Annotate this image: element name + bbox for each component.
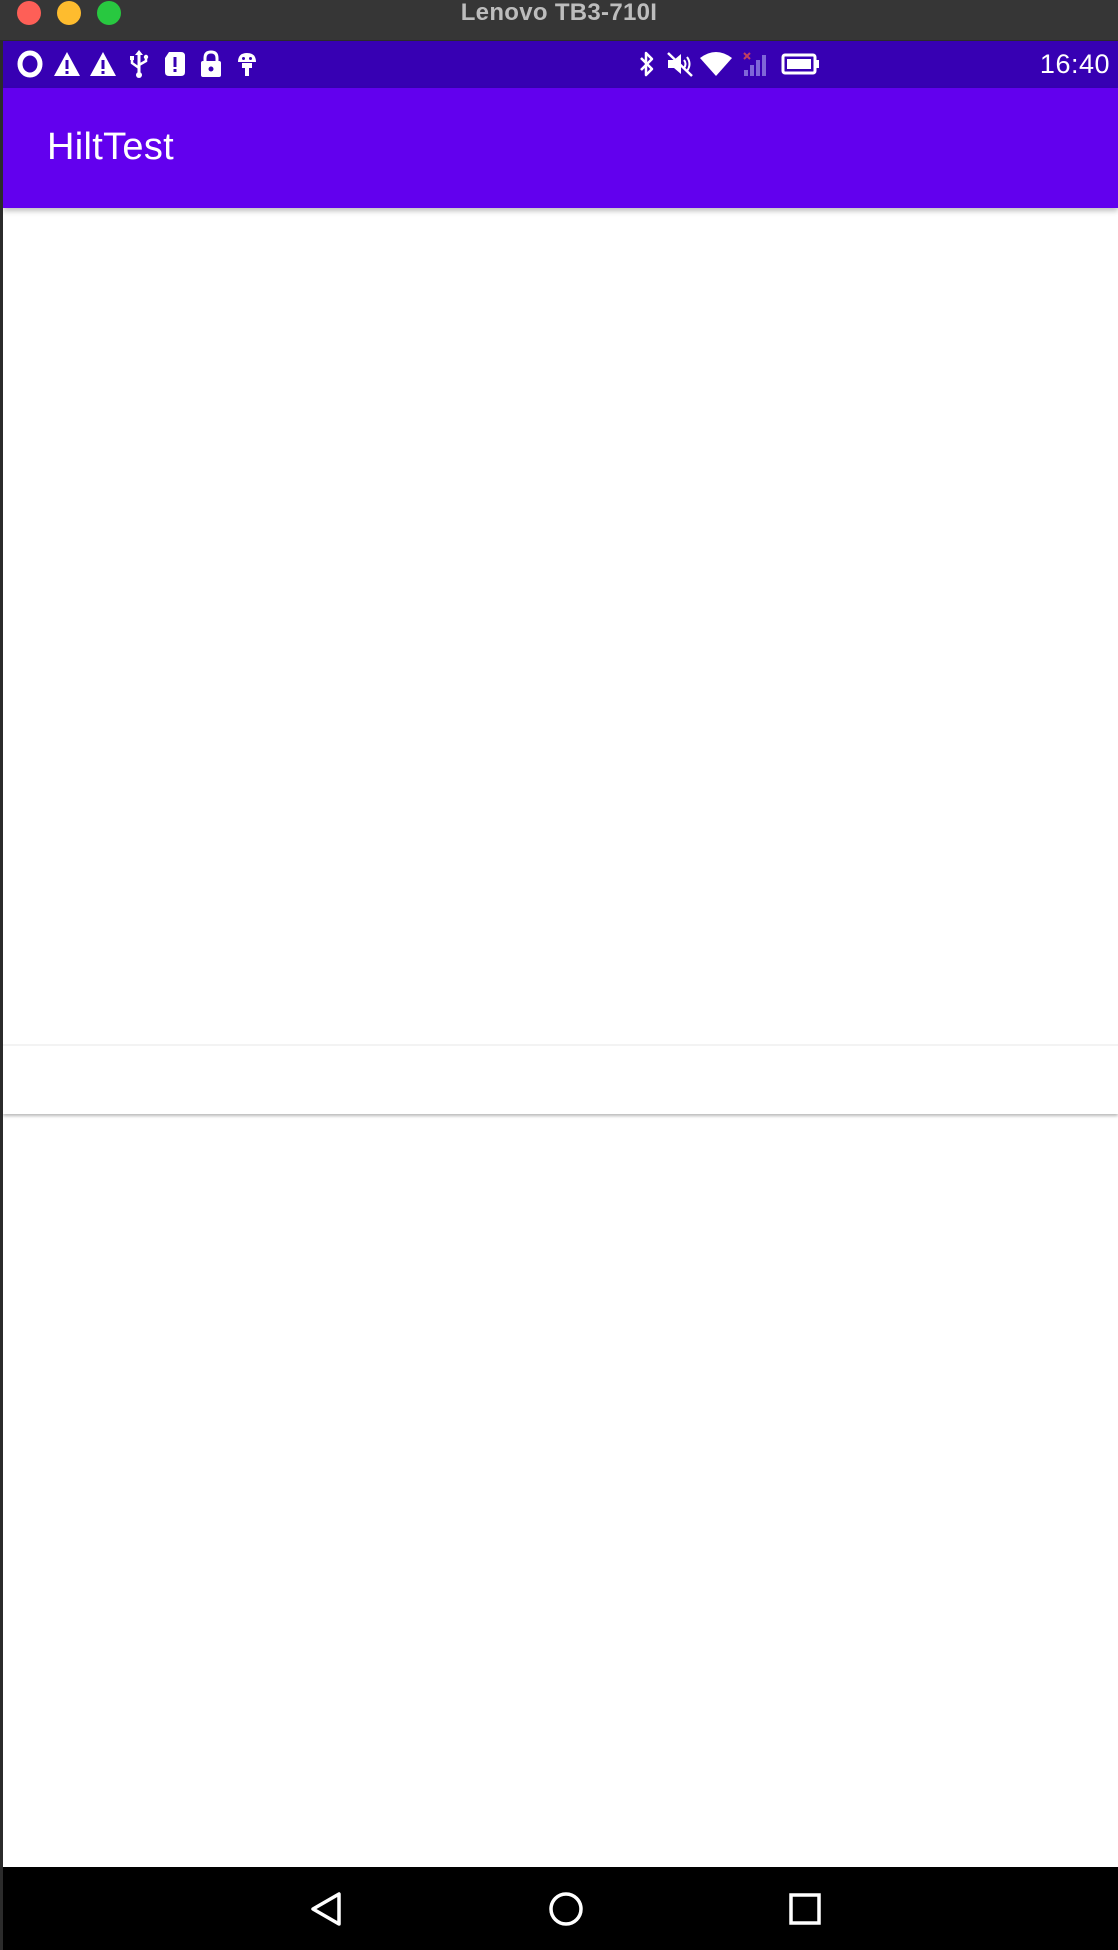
status-bar: 16:40 [3, 41, 1118, 88]
app-title: HiltTest [47, 126, 174, 168]
home-icon[interactable] [542, 1885, 590, 1933]
emulator-window: Lenovo TB3-710I 16:40 HiltTest [0, 0, 1118, 1950]
content-panel [3, 208, 1118, 1114]
signal-icon [743, 52, 766, 76]
battery-icon [781, 53, 819, 75]
status-time: 16:40 [1039, 49, 1110, 79]
recents-icon[interactable] [781, 1885, 829, 1933]
warning-icon [54, 52, 80, 76]
alert-sim-icon [165, 52, 185, 76]
device-screen: 16:40 HiltTest [3, 41, 1118, 1950]
lock-icon [201, 50, 221, 77]
warning-icon [90, 52, 116, 76]
navigation-bar [3, 1867, 1118, 1950]
app-bar: HiltTest [3, 88, 1118, 208]
back-icon[interactable] [303, 1885, 351, 1933]
muted-icon [667, 52, 693, 77]
window-title: Lenovo TB3-710I [460, 0, 658, 26]
wifi-icon [700, 52, 732, 76]
main-content [3, 208, 1118, 1908]
window-titlebar[interactable]: Lenovo TB3-710I [0, 0, 1118, 40]
panel-divider [3, 1044, 1118, 1046]
opera-icon [17, 50, 43, 78]
bluetooth-icon [640, 51, 654, 77]
android-debug-icon [238, 53, 256, 76]
usb-icon [130, 50, 149, 78]
